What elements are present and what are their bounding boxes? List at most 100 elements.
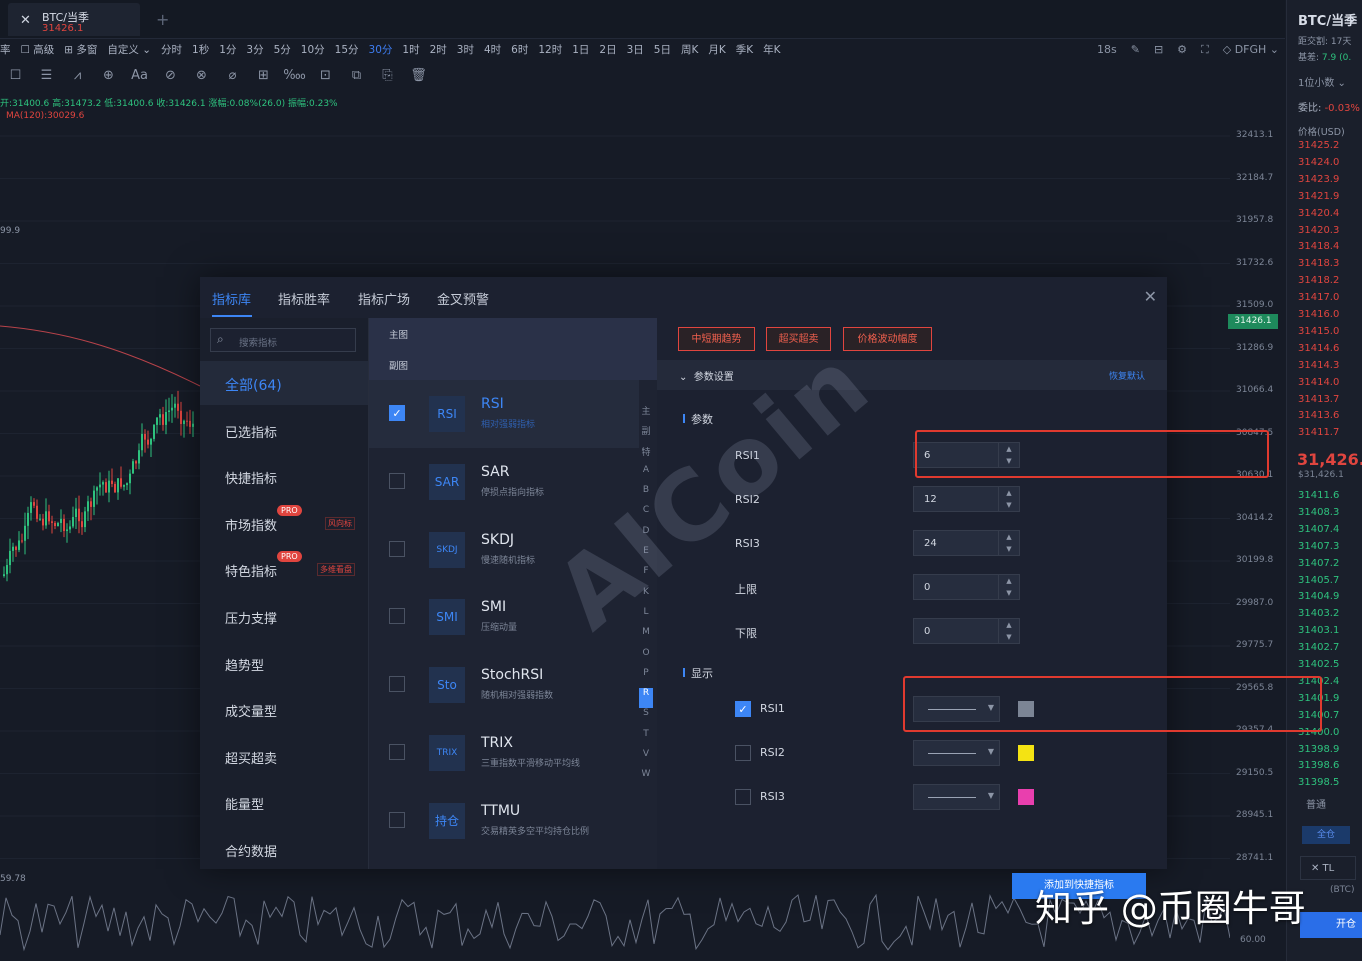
alpha-index-item[interactable]: T [639, 729, 653, 749]
drawing-tool-icon[interactable]: Aa [124, 68, 155, 88]
timeframe-item[interactable]: 2时 [430, 42, 447, 60]
ask-price[interactable]: 31413.6 [1298, 410, 1339, 421]
drawing-tool-icon[interactable]: ‱ [279, 68, 310, 88]
alpha-index-item[interactable]: C [639, 505, 653, 525]
bid-price[interactable]: 31403.1 [1298, 625, 1339, 636]
ask-price[interactable]: 31414.6 [1298, 343, 1339, 354]
tab-win-rate[interactable]: 指标胜率 [278, 289, 330, 308]
category-item[interactable]: 全部(64) [200, 361, 368, 405]
ask-price[interactable]: 31417.0 [1298, 292, 1339, 303]
bid-price[interactable]: 31407.4 [1298, 524, 1339, 535]
line-style-select[interactable]: ▼ [913, 740, 1000, 766]
order-type-normal[interactable]: 普通 [1306, 796, 1326, 811]
category-item[interactable]: 超买超卖 [200, 734, 368, 778]
param-input[interactable]: 0 ▲ ▼ [913, 574, 1020, 600]
indicator-row[interactable]: Sto StochRSI 随机相对强弱指数 [369, 651, 639, 719]
timeframe-item[interactable]: 5分 [274, 42, 291, 60]
open-position-button[interactable]: 开仓 [1300, 912, 1362, 938]
ask-price[interactable]: 31418.2 [1298, 275, 1339, 286]
close-icon[interactable]: ✕ [1144, 287, 1157, 306]
indicator-checkbox[interactable] [389, 811, 405, 828]
alpha-index-item[interactable]: O [639, 648, 653, 668]
drawing-tool-icon[interactable]: ☐ [0, 68, 31, 88]
indicator-row[interactable]: SMI SMI 压缩动量 [369, 583, 639, 651]
drawing-tool-icon[interactable]: ⊞ [248, 68, 279, 88]
indicator-checkbox[interactable] [389, 472, 405, 489]
indicator-row[interactable]: TRIX TRIX 三重指数平滑移动平均线 [369, 719, 639, 787]
alpha-index-item[interactable]: 特 [639, 445, 653, 465]
alpha-index-item[interactable]: R [639, 688, 653, 709]
alpha-index-item[interactable]: 副 [639, 424, 653, 444]
bid-price[interactable]: 31405.7 [1298, 575, 1339, 586]
category-item[interactable]: 成交量型 [200, 687, 368, 731]
ask-price[interactable]: 31420.4 [1298, 208, 1339, 219]
chart-tool[interactable]: ◇ DFGH ⌄ [1223, 43, 1279, 57]
alpha-index-item[interactable]: A [639, 465, 653, 485]
tab-indicator-library[interactable]: 指标库 [212, 289, 251, 308]
timeframe-item[interactable]: 2日 [599, 42, 616, 60]
ask-price[interactable]: 31414.0 [1298, 377, 1339, 388]
display-checkbox[interactable] [735, 745, 751, 761]
indicator-checkbox[interactable]: ✓ [389, 405, 405, 421]
ask-price[interactable]: 31425.2 [1298, 140, 1339, 151]
ask-price[interactable]: 31414.3 [1298, 360, 1339, 371]
timeframe-item[interactable]: 1日 [572, 42, 589, 60]
ask-price[interactable]: 31411.7 [1298, 427, 1339, 438]
timeframe-item[interactable]: 5日 [654, 42, 671, 60]
alpha-index-item[interactable]: W [639, 769, 653, 789]
drawing-tool-icon[interactable]: ⊕ [93, 68, 124, 88]
ask-price[interactable]: 31415.0 [1298, 326, 1339, 337]
timeframe-item[interactable]: 12时 [538, 42, 562, 60]
ask-price[interactable]: 31420.3 [1298, 225, 1339, 236]
tl-selector[interactable]: ✕ TL [1300, 856, 1356, 880]
indicator-row[interactable]: 持仓 TTMU 交易精英多空平均持仓比例 [369, 787, 639, 855]
bid-price[interactable]: 31408.3 [1298, 507, 1339, 518]
timeframe-item[interactable]: 6时 [511, 42, 528, 60]
segment-sub[interactable]: 副图 [389, 358, 408, 372]
category-item[interactable]: 能量型 [200, 780, 368, 824]
bid-price[interactable]: 31404.9 [1298, 591, 1339, 602]
timeframe-item[interactable]: 分时 [161, 42, 182, 60]
bid-price[interactable]: 31403.2 [1298, 608, 1339, 619]
quick-tag[interactable]: 超买超卖 [766, 327, 831, 351]
color-swatch[interactable] [1018, 745, 1034, 761]
alpha-index-item[interactable]: D [639, 526, 653, 546]
ask-price[interactable]: 31423.9 [1298, 174, 1339, 185]
timeframe-item[interactable]: 1时 [402, 42, 419, 60]
category-item[interactable]: 市场指数 PRO 风向标 [200, 501, 368, 545]
timeframe-item[interactable]: 10分 [301, 42, 325, 60]
category-item[interactable]: 特色指标 PRO 多维看盘 [200, 547, 368, 591]
bid-price[interactable]: 31398.5 [1298, 777, 1339, 788]
symbol-tab[interactable]: ✕ BTC/当季 31426.1 [8, 3, 140, 36]
alpha-index-item[interactable]: B [639, 485, 653, 505]
timeframe-item[interactable]: 4时 [484, 42, 501, 60]
category-item[interactable]: 压力支撑 [200, 594, 368, 638]
drawing-tool-icon[interactable]: 🗑 [403, 68, 434, 88]
category-item[interactable]: 合约数据 [200, 827, 368, 871]
category-item[interactable]: 快捷指标 [200, 454, 368, 498]
line-style-select[interactable]: ▼ [913, 784, 1000, 810]
alpha-index-item[interactable]: K [639, 587, 653, 607]
ask-price[interactable]: 31424.0 [1298, 157, 1339, 168]
param-input[interactable]: 24 ▲ ▼ [913, 530, 1020, 556]
restore-default-link[interactable]: 恢复默认 [1109, 369, 1145, 382]
bid-price[interactable]: 31411.6 [1298, 490, 1339, 501]
segment-main[interactable]: 主图 [389, 327, 408, 341]
timeframe-item[interactable]: 月K [708, 42, 725, 60]
chart-tool[interactable]: 18s [1097, 43, 1117, 57]
param-input[interactable]: 0 ▲ ▼ [913, 618, 1020, 644]
bid-price[interactable]: 31398.6 [1298, 760, 1339, 771]
category-item[interactable]: 已选指标 [200, 408, 368, 452]
chart-tool[interactable]: ⚙ [1177, 43, 1187, 57]
stepper-icon[interactable]: ▲ ▼ [998, 531, 1019, 555]
timeframe-item[interactable]: 季K [736, 42, 753, 60]
stepper-icon[interactable]: ▲ ▼ [998, 619, 1019, 643]
alpha-index-item[interactable]: M [639, 627, 653, 647]
decimals-select[interactable]: 1位小数 ⌄ [1298, 74, 1346, 89]
stepper-icon[interactable]: ▲ ▼ [998, 575, 1019, 599]
timeframe-item[interactable]: 3日 [627, 42, 644, 60]
cross-margin-button[interactable]: 全仓 [1302, 826, 1350, 844]
alpha-index-item[interactable]: L [639, 607, 653, 627]
timeframe-item[interactable]: 1秒 [192, 42, 209, 60]
chart-tool[interactable]: ✎ [1131, 43, 1140, 57]
